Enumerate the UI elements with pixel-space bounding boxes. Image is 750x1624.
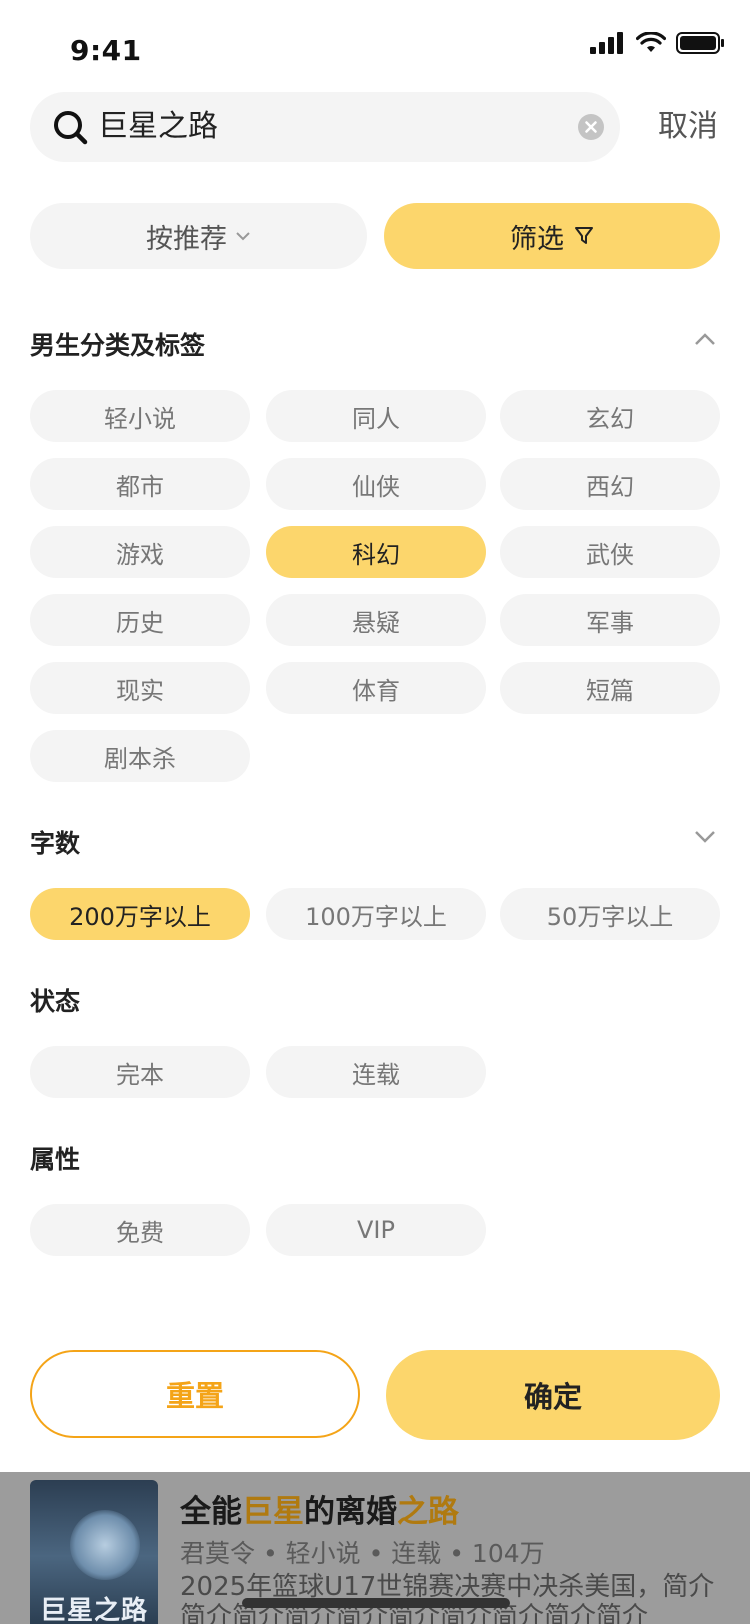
filter-label: 筛选 [510,223,564,255]
signal-icon [590,32,623,54]
chip-category[interactable]: 短篇 [500,662,720,714]
chip-category[interactable]: 军事 [500,594,720,646]
chip-category[interactable]: 游戏 [30,526,250,578]
section-title-word-count: 字数 [30,829,81,858]
section-title-category: 男生分类及标签 [30,331,206,360]
home-indicator [242,1598,510,1608]
chip-status[interactable]: 连载 [266,1046,486,1098]
sort-label: 按推荐 [146,223,227,255]
chevron-down-icon [236,232,250,241]
chip-word-count[interactable]: 100万字以上 [266,888,486,940]
section-title-status: 状态 [30,987,81,1016]
sort-button[interactable]: 按推荐 [30,203,367,269]
chip-category[interactable]: 体育 [266,662,486,714]
filter-button[interactable]: 筛选 [384,203,720,269]
chevron-down-icon[interactable] [694,830,716,844]
status-bar: 9:41 [0,0,750,90]
book-title[interactable]: 全能巨星的离婚之路 [180,1486,459,1531]
chip-category[interactable]: 玄幻 [500,390,720,442]
chip-word-count[interactable]: 50万字以上 [500,888,720,940]
search-bar[interactable]: 巨星之路 [30,92,620,162]
chip-attribute[interactable]: 免费 [30,1204,250,1256]
chip-category[interactable]: 现实 [30,662,250,714]
title-highlight: 之路 [397,1494,459,1530]
chip-category[interactable]: 武侠 [500,526,720,578]
status-time: 9:41 [70,34,142,67]
book-meta: 君莫令 • 轻小说 • 连载 • 104万 [180,1539,545,1568]
chip-attribute[interactable]: VIP [266,1204,486,1256]
chip-category[interactable]: 轻小说 [30,390,250,442]
section-title-attribute: 属性 [30,1145,81,1174]
chevron-up-icon[interactable] [694,332,716,346]
cancel-button[interactable]: 取消 [658,107,718,147]
chip-status[interactable]: 完本 [30,1046,250,1098]
chip-category[interactable]: 悬疑 [266,594,486,646]
chip-category[interactable]: 都市 [30,458,250,510]
chip-word-count-selected[interactable]: 200万字以上 [30,888,250,940]
title-highlight: 巨星 [242,1494,304,1530]
status-icons [590,32,724,54]
cover-title: 巨星之路 [40,1596,149,1624]
search-input[interactable]: 巨星之路 [98,108,218,146]
filter-icon [575,227,593,244]
chip-category[interactable]: 同人 [266,390,486,442]
battery-icon [676,32,724,54]
chip-category[interactable]: 仙侠 [266,458,486,510]
confirm-button[interactable]: 确定 [386,1350,720,1440]
clear-icon[interactable] [578,114,604,140]
chip-category[interactable]: 历史 [30,594,250,646]
chip-category[interactable]: 剧本杀 [30,730,250,782]
search-icon [54,111,88,145]
chip-category-selected[interactable]: 科幻 [266,526,486,578]
wifi-icon [636,32,666,52]
title-part: 的离婚 [304,1494,397,1530]
book-cover[interactable]: 巨星之路 [30,1480,158,1624]
chip-category[interactable]: 西幻 [500,458,720,510]
title-part: 全能 [180,1494,242,1530]
reset-button[interactable]: 重置 [30,1350,360,1438]
cover-moon [70,1510,140,1580]
